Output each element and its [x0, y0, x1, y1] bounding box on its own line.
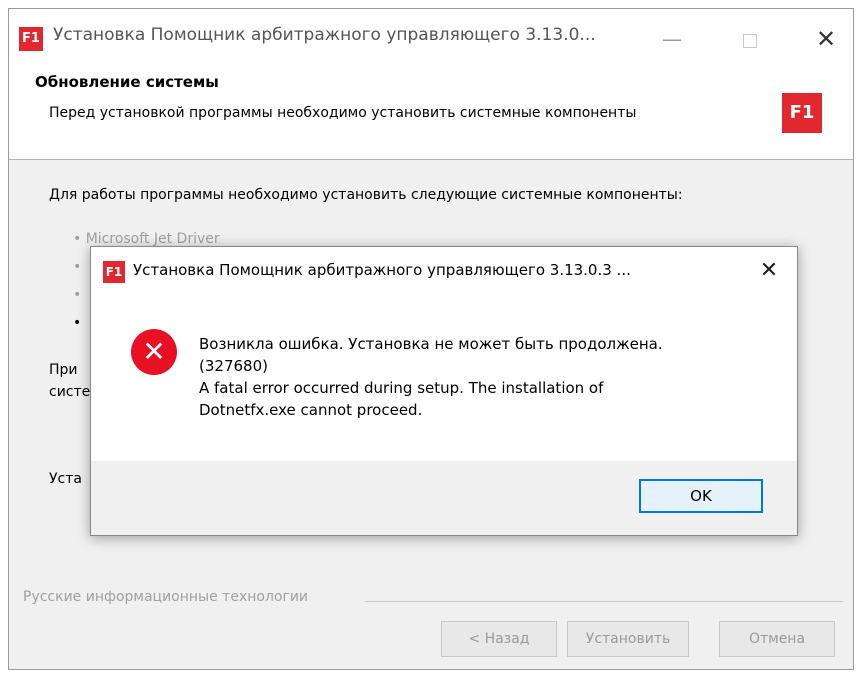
minimize-button[interactable]: —	[649, 19, 695, 59]
maximize-icon	[743, 33, 757, 48]
note-line: систе	[49, 384, 91, 400]
error-message-en-cont: Dotnetfx.exe cannot proceed.	[199, 401, 423, 419]
note-line: При	[49, 362, 78, 378]
error-icon: ✕	[131, 329, 177, 375]
vendor-label: Русские информационные технологии	[23, 589, 309, 605]
wizard-header: Обновление системы Перед установкой прог…	[9, 65, 853, 160]
window-title: Установка Помощник арбитражного управляю…	[53, 25, 596, 45]
title-bar[interactable]: F1 Установка Помощник арбитражного управ…	[9, 9, 853, 65]
maximize-button[interactable]	[727, 19, 773, 59]
error-message-en: A fatal error occurred during setup. The…	[199, 379, 604, 397]
note-text: При систе	[49, 359, 90, 403]
error-code: (327680)	[199, 357, 268, 375]
error-dialog: F1 Установка Помощник арбитражного управ…	[90, 246, 798, 536]
component-item: •	[73, 259, 82, 275]
intro-text: Для работы программы необходимо установи…	[49, 187, 683, 203]
install-status-label: Уста	[49, 471, 82, 487]
ok-button[interactable]: OK	[639, 479, 763, 513]
cancel-button[interactable]: Отмена	[719, 621, 835, 657]
error-message-ru: Возникла ошибка. Установка не может быть…	[199, 335, 663, 353]
footer-divider	[365, 601, 843, 602]
back-button[interactable]: < Назад	[441, 621, 557, 657]
page-subtitle: Перед установкой программы необходимо ус…	[49, 105, 637, 121]
install-button[interactable]: Установить	[567, 621, 689, 657]
header-logo-icon: F1	[782, 93, 822, 133]
dialog-title: Установка Помощник арбитражного управляю…	[133, 261, 631, 279]
dialog-logo-icon: F1	[103, 261, 125, 283]
component-item: •	[73, 287, 82, 303]
dialog-footer: OK	[91, 461, 797, 535]
dialog-close-button[interactable]: ✕	[749, 253, 789, 289]
close-button[interactable]: ✕	[803, 19, 849, 59]
component-item: •	[73, 315, 82, 331]
component-item: • Microsoft Jet Driver	[73, 231, 220, 247]
page-title: Обновление системы	[35, 73, 219, 91]
app-logo-icon: F1	[19, 27, 43, 51]
